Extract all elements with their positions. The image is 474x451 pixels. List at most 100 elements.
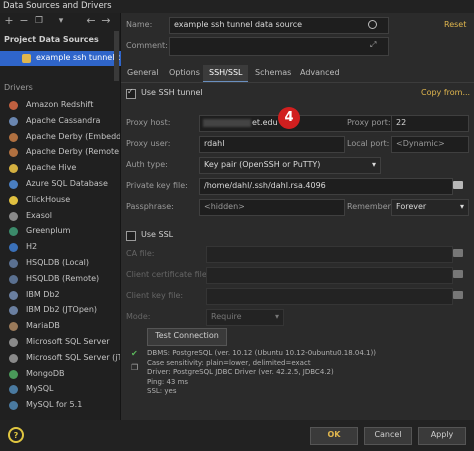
driver-icon [9, 385, 18, 395]
proxy-port-input[interactable]: 22 [391, 115, 469, 132]
auth-type-label: Auth type: [126, 160, 168, 169]
tab-advanced[interactable]: Advanced [294, 65, 346, 81]
folder-icon [453, 249, 463, 257]
proxy-host-label: Proxy host: [126, 118, 171, 127]
driver-item[interactable]: Apache Derby (Remote [0, 145, 121, 160]
driver-item[interactable]: Apache Hive [0, 161, 121, 176]
remember-value: Forever [396, 202, 427, 211]
driver-icon [9, 306, 18, 316]
project-scrollbar[interactable] [114, 31, 119, 81]
driver-label: Amazon Redshift [26, 100, 94, 109]
proxy-port-label: Proxy port: [347, 118, 391, 127]
driver-item[interactable]: Microsoft SQL Server (jT [0, 351, 121, 366]
driver-item[interactable]: Apache Cassandra [0, 114, 121, 129]
driver-label: Apache Hive [26, 163, 77, 173]
driver-item[interactable]: MySQL for 5.1 [0, 398, 121, 413]
mode-value: Require [211, 312, 242, 321]
driver-icon [9, 322, 18, 332]
status-circle-icon [368, 20, 377, 29]
comment-label: Comment: [126, 41, 168, 50]
driver-item[interactable]: H2 [0, 240, 121, 255]
tab-options[interactable]: Options [163, 65, 206, 81]
driver-item[interactable]: Microsoft SQL Server [0, 335, 121, 350]
test-connection-button[interactable]: Test Connection [147, 328, 227, 346]
add-icon[interactable]: + [3, 15, 15, 27]
local-port-label: Local port: [347, 139, 390, 148]
remember-label: Remember: [347, 202, 394, 211]
ca-file-input [206, 246, 453, 263]
dialog-window: Data Sources and Drivers + − ❐ ▾ ← → Pro… [0, 0, 474, 451]
remember-select[interactable]: Forever ▾ [391, 199, 469, 216]
expand-icon[interactable]: ⤢ [370, 40, 376, 50]
duplicate-icon[interactable]: ❐ [33, 15, 45, 27]
cancel-button[interactable]: Cancel [364, 427, 412, 445]
driver-item[interactable]: Greenplum [0, 224, 121, 239]
name-input[interactable]: example ssh tunnel data source [169, 17, 389, 34]
driver-item[interactable]: MySQL [0, 382, 121, 397]
copy-icon[interactable]: ❐ [131, 363, 138, 372]
driver-item[interactable]: Apache Derby (Embedd [0, 130, 121, 145]
copy-from-link[interactable]: Copy from... [421, 88, 470, 97]
use-ssh-checkbox[interactable] [126, 87, 136, 99]
driver-item[interactable]: HSQLDB (Remote) [0, 272, 121, 287]
comment-input[interactable] [169, 37, 389, 56]
folder-icon [453, 270, 463, 278]
driver-icon [9, 180, 18, 189]
client-cert-input [206, 267, 453, 284]
tab-schemas[interactable]: Schemas [249, 65, 297, 81]
redacted-host [203, 119, 251, 127]
driver-item[interactable]: Azure SQL Database [0, 177, 121, 192]
proxy-user-input[interactable]: rdahl [199, 136, 345, 153]
project-item-selected[interactable]: example ssh tunnel d [0, 51, 121, 66]
driver-item[interactable]: MongoDB [0, 367, 121, 382]
driver-label: H2 [26, 242, 38, 252]
driver-label: Apache Derby (Remote [26, 147, 120, 157]
driver-item[interactable]: ClickHouse [0, 193, 121, 208]
chevron-down-icon: ▾ [371, 160, 376, 169]
private-key-input[interactable]: /home/dahl/.ssh/dahl.rsa.4096 [199, 178, 453, 195]
project-item-label: example ssh tunnel d [36, 53, 120, 62]
name-label: Name: [126, 20, 153, 29]
driver-label: HSQLDB (Local) [26, 258, 90, 267]
driver-item[interactable]: IBM Db2 [0, 288, 121, 303]
use-ssl-checkbox[interactable] [126, 231, 136, 241]
driver-label: Microsoft SQL Server [26, 337, 110, 346]
driver-icon [9, 227, 18, 237]
driver-icon [9, 259, 18, 268]
driver-item[interactable]: Amazon Redshift [0, 98, 121, 113]
driver-item[interactable]: HSQLDB (Local) [0, 256, 121, 271]
passphrase-input[interactable]: <hidden> [199, 199, 345, 216]
local-port-input[interactable]: <Dynamic> [391, 136, 469, 153]
apply-button[interactable]: Apply [418, 427, 466, 445]
driver-item[interactable]: MariaDB [0, 319, 121, 334]
reset-link[interactable]: Reset [444, 20, 466, 29]
driver-icon [9, 243, 18, 253]
driver-label: Microsoft SQL Server (jT [26, 352, 120, 362]
driver-icon [9, 401, 18, 411]
driver-label: Exasol [26, 210, 52, 220]
remove-icon[interactable]: − [18, 15, 30, 27]
driver-label: IBM Db2 (JTOpen) [26, 305, 98, 315]
tab-ssh-ssl[interactable]: SSH/SSL [203, 65, 249, 83]
driver-icon [9, 338, 18, 347]
annotation-badge: 4 [278, 107, 300, 129]
driver-item[interactable]: Exasol [0, 209, 121, 224]
tab-general[interactable]: General [121, 65, 165, 81]
proxy-user-label: Proxy user: [126, 139, 171, 148]
driver-label: Apache Derby (Embedd [26, 131, 120, 141]
auth-type-select[interactable]: Key pair (OpenSSH or PuTTY) ▾ [199, 157, 381, 174]
ok-button[interactable]: OK [310, 427, 358, 445]
driver-label: ClickHouse [26, 194, 71, 204]
back-icon[interactable]: ← [85, 15, 97, 27]
chevron-down-icon: ▾ [459, 202, 464, 211]
mode-label: Mode: [126, 312, 151, 321]
forward-icon[interactable]: → [100, 15, 112, 27]
client-cert-label: Client certificate file: [126, 270, 210, 279]
driver-item[interactable]: IBM Db2 (JTOpen) [0, 303, 121, 318]
dialog-footer: ? OK Cancel Apply [0, 420, 474, 451]
help-icon[interactable]: ? [8, 427, 24, 443]
driver-label: Apache Cassandra [26, 115, 101, 125]
more-icon[interactable]: ▾ [55, 15, 67, 27]
driver-icon [9, 195, 18, 205]
folder-icon[interactable] [453, 181, 463, 189]
